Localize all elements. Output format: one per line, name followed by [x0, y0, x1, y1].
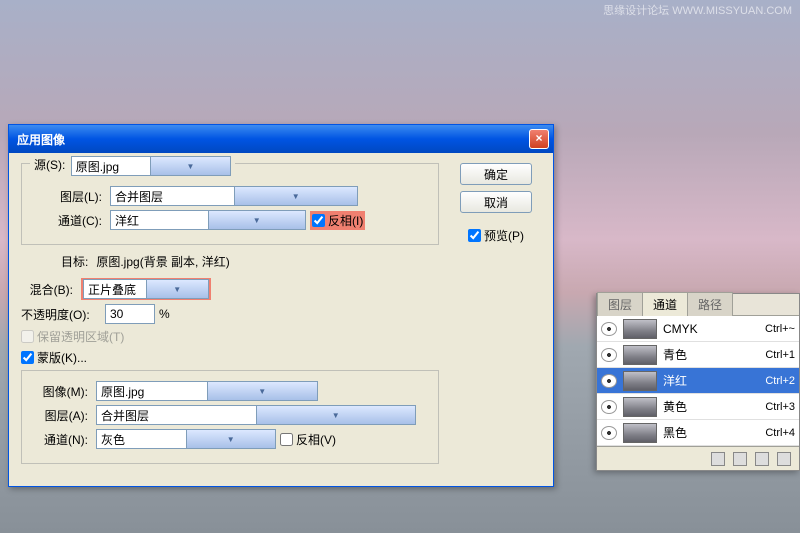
chevron-down-icon: ▼ [208, 211, 306, 229]
preserve-check-input [21, 330, 34, 343]
channel-shortcut: Ctrl+4 [765, 427, 795, 439]
layer-label: 图层(L): [46, 188, 106, 205]
channel-shortcut: Ctrl+3 [765, 401, 795, 413]
visibility-icon[interactable] [601, 400, 617, 414]
preview-label: 预览(P) [484, 227, 524, 244]
apply-image-dialog: 应用图像 × 确定 取消 预览(P) 源(S): 原图.jpg▼ 图层(L): [8, 124, 554, 487]
mask-checkbox[interactable]: 蒙版(K)... [21, 349, 541, 366]
invert2-check-input[interactable] [280, 433, 293, 446]
channel-row[interactable]: 青色 Ctrl+1 [597, 342, 799, 368]
blend-combo[interactable]: 正片叠底▼ [83, 279, 209, 299]
channel-thumbnail [623, 345, 657, 365]
mask-check-input[interactable] [21, 351, 34, 364]
image-label: 图像(M): [32, 383, 92, 400]
dialog-titlebar[interactable]: 应用图像 × [9, 125, 553, 153]
layer-combo[interactable]: 合并图层▼ [110, 186, 358, 206]
target-label: 目标: [61, 253, 88, 270]
invert-highlight: 反相(I) [310, 211, 365, 230]
invert2-checkbox[interactable]: 反相(V) [280, 431, 336, 448]
mask-label: 蒙版(K)... [37, 349, 87, 366]
tab-channels[interactable]: 通道 [642, 292, 688, 316]
tab-layers[interactable]: 图层 [597, 292, 643, 316]
channel-thumbnail [623, 423, 657, 443]
image-combo[interactable]: 原图.jpg▼ [96, 381, 318, 401]
visibility-icon[interactable] [601, 348, 617, 362]
channel-list: CMYK Ctrl+~ 青色 Ctrl+1 洋红 Ctrl+2 黄色 Ctrl+3 黑色 Ctrl… [597, 316, 799, 446]
new-channel-icon[interactable] [755, 452, 769, 466]
chevron-down-icon: ▼ [256, 406, 416, 424]
channel-row[interactable]: 黑色 Ctrl+4 [597, 420, 799, 446]
channel-combo[interactable]: 洋红▼ [110, 210, 306, 230]
preserve-transparency-checkbox: 保留透明区域(T) [21, 328, 541, 345]
channel-name: 黑色 [663, 424, 759, 441]
preview-check-input[interactable] [468, 229, 481, 242]
opacity-input[interactable] [105, 304, 155, 324]
watermark-text: 思缘设计论坛 WWW.MISSYUAN.COM [603, 2, 792, 18]
channel-name: 青色 [663, 346, 759, 363]
blend-highlight: 正片叠底▼ [81, 278, 211, 300]
delete-channel-icon[interactable] [777, 452, 791, 466]
visibility-icon[interactable] [601, 426, 617, 440]
load-selection-icon[interactable] [711, 452, 725, 466]
channel2-combo[interactable]: 灰色▼ [96, 429, 276, 449]
channels-panel: 图层 通道 路径 CMYK Ctrl+~ 青色 Ctrl+1 洋红 Ctrl+2 黄色 Ctr… [596, 293, 800, 471]
channel-thumbnail [623, 319, 657, 339]
chevron-down-icon: ▼ [150, 157, 230, 175]
channel-thumbnail [623, 371, 657, 391]
channel-row[interactable]: 黄色 Ctrl+3 [597, 394, 799, 420]
channel-row[interactable]: CMYK Ctrl+~ [597, 316, 799, 342]
dialog-title: 应用图像 [17, 131, 65, 148]
channel-label: 通道(C): [46, 212, 106, 229]
channel-thumbnail [623, 397, 657, 417]
layer2-combo[interactable]: 合并图层▼ [96, 405, 416, 425]
channel-name: 黄色 [663, 398, 759, 415]
visibility-icon[interactable] [601, 374, 617, 388]
layer2-label: 图层(A): [32, 407, 92, 424]
chevron-down-icon: ▼ [186, 430, 276, 448]
blend-label: 混合(B): [21, 281, 77, 298]
close-button[interactable]: × [529, 129, 549, 149]
channel-name: CMYK [663, 322, 759, 336]
tab-paths[interactable]: 路径 [687, 292, 733, 316]
target-value: 原图.jpg(背景 副本, 洋红) [96, 253, 229, 270]
invert-checkbox[interactable]: 反相(I) [312, 212, 363, 229]
cancel-button[interactable]: 取消 [460, 191, 532, 213]
chevron-down-icon: ▼ [234, 187, 358, 205]
channel-name: 洋红 [663, 372, 759, 389]
panel-footer [597, 446, 799, 470]
channel-shortcut: Ctrl+1 [765, 349, 795, 361]
panel-tabs: 图层 通道 路径 [597, 294, 799, 316]
source-legend: 源(S): 原图.jpg▼ [30, 156, 235, 176]
preview-checkbox[interactable]: 预览(P) [468, 227, 524, 244]
ok-button[interactable]: 确定 [460, 163, 532, 185]
channel-row[interactable]: 洋红 Ctrl+2 [597, 368, 799, 394]
source-combo[interactable]: 原图.jpg▼ [71, 156, 231, 176]
channel2-label: 通道(N): [32, 431, 92, 448]
chevron-down-icon: ▼ [146, 280, 209, 298]
channel-shortcut: Ctrl+~ [765, 323, 795, 335]
channel-shortcut: Ctrl+2 [765, 375, 795, 387]
invert-check-input[interactable] [312, 214, 325, 227]
chevron-down-icon: ▼ [207, 382, 318, 400]
save-selection-icon[interactable] [733, 452, 747, 466]
opacity-percent: % [159, 307, 170, 321]
visibility-icon[interactable] [601, 322, 617, 336]
opacity-label: 不透明度(O): [21, 306, 101, 323]
